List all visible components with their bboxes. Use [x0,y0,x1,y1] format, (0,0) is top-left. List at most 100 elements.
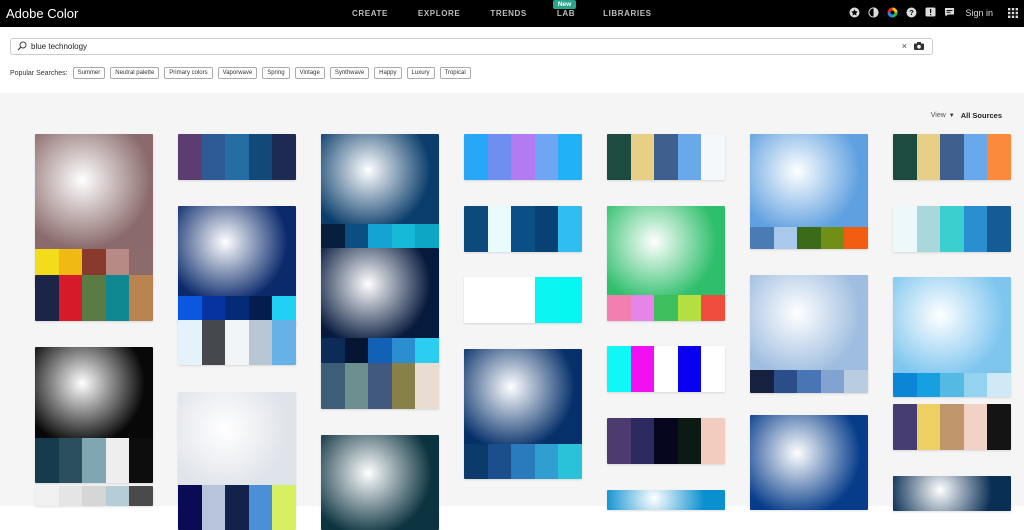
color-swatch [701,295,725,321]
source-filter[interactable]: All Sources [961,111,1002,120]
chip-primary-colors[interactable]: Primary colors [164,67,213,79]
feedback-icon[interactable] [944,7,955,18]
color-swatch [940,206,964,252]
palette-card[interactable] [178,320,296,365]
color-swatch [272,320,296,365]
camera-icon[interactable] [914,42,924,50]
color-swatch [511,444,535,479]
palette-card[interactable] [35,275,153,321]
color-swatch [415,363,439,409]
clear-search-icon[interactable]: × [902,41,907,51]
chip-tropical[interactable]: Tropical [439,67,471,79]
color-swatch [534,444,559,479]
palette-card[interactable] [750,134,868,249]
color-swatch [487,277,512,323]
palette-card[interactable] [178,134,296,180]
palette-card[interactable] [607,490,725,510]
color-swatch [129,438,153,483]
chip-luxury[interactable]: Luxury [406,67,435,79]
chip-synthwave[interactable]: Synthwave [329,67,370,79]
top-bar: Adobe Color CREATE EXPLORE TRENDS New LA… [0,0,1024,27]
help-icon[interactable]: ? [906,7,917,18]
palette-card[interactable] [178,206,296,325]
palette-card[interactable] [35,486,153,506]
nav-lab[interactable]: New LAB [552,0,577,18]
palette-card[interactable] [35,134,153,286]
svg-text:?: ? [910,8,915,17]
palette-card[interactable] [321,248,439,366]
search-icon [17,41,27,51]
palette-card[interactable] [893,404,1011,450]
palette-card[interactable] [321,134,439,252]
color-swatch [248,320,273,365]
nav-libraries[interactable]: LIBRARIES [603,9,652,18]
palette-card[interactable] [464,277,582,323]
color-swatch [773,370,798,393]
color-swatch [464,206,488,252]
chip-vaporwave[interactable]: Vaporwave [217,67,258,79]
color-swatch [534,277,559,323]
palette-swatches [893,134,1011,180]
color-swatch [35,486,59,506]
search-input[interactable]: blue technology [31,42,87,51]
color-swatch [797,227,821,249]
apps-grid-icon[interactable] [1007,7,1018,18]
palette-image [607,206,725,295]
nav-trends[interactable]: TRENDS [490,9,527,18]
palette-card[interactable] [893,206,1011,252]
nav-explore[interactable]: EXPLORE [418,9,460,18]
color-swatch [178,134,202,180]
color-swatch [844,227,868,249]
theme-gallery: View ▼ All Sources [0,93,1024,530]
star-icon[interactable] [849,7,860,18]
palette-card[interactable] [321,363,439,409]
color-swatch [487,206,512,252]
chip-spring[interactable]: Spring [262,67,290,79]
palette-image [178,392,296,485]
color-swatch [630,418,655,464]
palette-swatches [750,370,868,393]
palette-card[interactable] [607,134,725,180]
color-wheel-icon[interactable] [887,7,898,18]
color-swatch [105,486,130,506]
chip-neutral-palette[interactable]: Neutral palette [110,67,160,79]
color-swatch [963,404,988,450]
view-filter[interactable]: View ▼ All Sources [931,111,1002,120]
palette-card[interactable] [464,134,582,180]
brand-logo[interactable]: Adobe Color [6,6,78,21]
color-swatch [105,438,130,483]
color-swatch [105,275,130,321]
color-swatch [607,295,631,321]
palette-swatches [35,438,153,483]
color-swatch [987,404,1011,450]
palette-card[interactable] [464,349,582,479]
palette-card[interactable] [35,347,153,483]
chip-happy[interactable]: Happy [374,67,402,79]
palette-card[interactable] [607,206,725,321]
palette-card[interactable] [893,277,1011,397]
alert-icon[interactable] [925,7,936,18]
color-swatch [654,418,678,464]
nav-create[interactable]: CREATE [352,9,388,18]
color-swatch [82,486,106,506]
palette-swatches [607,418,725,464]
palette-card[interactable] [321,435,439,530]
color-swatch [630,295,655,321]
chip-summer[interactable]: Summer [72,67,106,79]
palette-card[interactable] [607,346,725,392]
sign-in-link[interactable]: Sign in [965,8,993,18]
palette-card[interactable] [464,206,582,252]
palette-card[interactable] [750,275,868,393]
palette-swatches [607,346,725,392]
palette-card[interactable] [607,418,725,464]
color-swatch [630,134,655,180]
color-swatch [487,134,512,180]
palette-card[interactable] [893,134,1011,180]
color-swatch [272,134,296,180]
palette-card[interactable] [178,392,296,530]
palette-image [893,277,1011,373]
palette-card[interactable] [750,415,868,510]
search-bar[interactable]: blue technology × [10,38,933,55]
chip-vintage[interactable]: Vintage [294,67,325,79]
contrast-icon[interactable] [868,7,880,18]
